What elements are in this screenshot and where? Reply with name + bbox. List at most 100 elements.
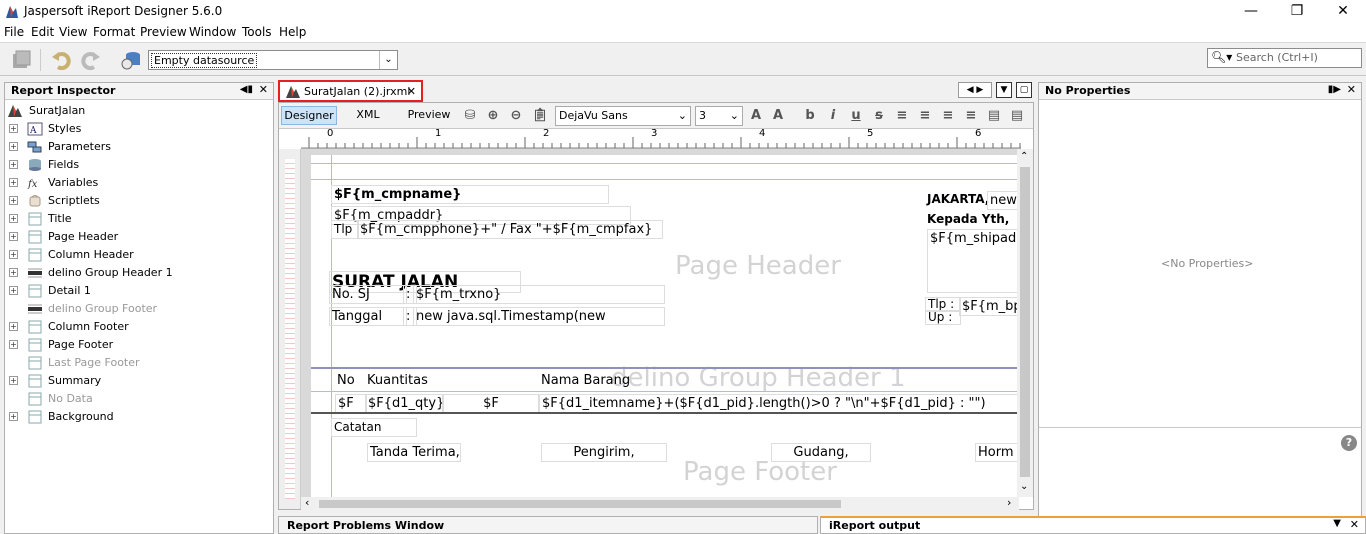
- align-middle-icon[interactable]: ▤: [1008, 108, 1026, 124]
- field-trxno[interactable]: $F{m_trxno}: [413, 285, 665, 304]
- detail-no[interactable]: $F: [335, 394, 367, 413]
- label-pengirim[interactable]: Pengirim,: [541, 443, 667, 462]
- tab-list-icon[interactable]: ▼: [996, 82, 1012, 98]
- tree-item-page-footer[interactable]: + Page Footer: [5, 336, 273, 354]
- field-shipaddr[interactable]: $F{m_shipadd: [927, 229, 1019, 293]
- menu-preview[interactable]: Preview: [140, 25, 187, 39]
- horizontal-scrollbar[interactable]: ‹ ›: [301, 496, 1019, 511]
- font-size-select[interactable]: 3 ⌄: [695, 106, 743, 126]
- search-input[interactable]: 🔍︎▾ Search (Ctrl+I): [1207, 48, 1362, 68]
- field-timestamp[interactable]: new java.sql.Timestamp(new: [413, 307, 665, 326]
- expand-icon[interactable]: +: [9, 340, 18, 349]
- underline-icon[interactable]: u: [847, 108, 865, 124]
- close-button[interactable]: ✕: [1320, 0, 1366, 24]
- tree-item-no-data[interactable]: +No Data: [5, 390, 273, 408]
- field-bp[interactable]: $F{m_bp: [959, 297, 1019, 316]
- field-jakarta-date[interactable]: new: [987, 191, 1019, 210]
- tree-item-styles[interactable]: + A Styles: [5, 120, 273, 138]
- tree-item-last-page-footer[interactable]: +Last Page Footer: [5, 354, 273, 372]
- tree-item-delino-group-header-1[interactable]: + delino Group Header 1: [5, 264, 273, 282]
- zoom-out-icon[interactable]: ⊖: [507, 108, 525, 124]
- align-right-icon[interactable]: ≡: [962, 108, 980, 124]
- close-panel-icon[interactable]: ✕: [1350, 518, 1359, 531]
- expand-icon[interactable]: +: [9, 268, 18, 277]
- tree-item-delino-group-footer[interactable]: +delino Group Footer: [5, 300, 273, 318]
- report-page[interactable]: Page Header delino Group Header 1 Page F…: [311, 155, 1019, 497]
- label-tanggal[interactable]: Tanggal: [329, 307, 407, 326]
- align-top-icon[interactable]: ▤: [985, 108, 1003, 124]
- col-header-no[interactable]: No: [335, 372, 367, 389]
- label-catatan[interactable]: Catatan: [331, 418, 417, 437]
- expand-icon[interactable]: +: [9, 196, 18, 205]
- tree-item-column-footer[interactable]: + Column Footer: [5, 318, 273, 336]
- menu-view[interactable]: View: [59, 25, 87, 39]
- menu-edit[interactable]: Edit: [31, 25, 54, 39]
- strikethrough-icon[interactable]: s: [870, 108, 888, 124]
- expand-icon[interactable]: +: [9, 376, 18, 385]
- detail-qty[interactable]: $F{d1_qty}: [365, 394, 443, 413]
- expand-icon[interactable]: +: [9, 232, 18, 241]
- minimize-panel-icon[interactable]: ▼: [1333, 518, 1341, 529]
- tree-item-background[interactable]: + Background: [5, 408, 273, 426]
- undo-icon[interactable]: [50, 49, 72, 71]
- detail-itemname[interactable]: $F{d1_itemname}+($F{d1_pid}.length()>0 ?…: [539, 394, 1019, 413]
- bold-icon[interactable]: b: [801, 108, 819, 124]
- tab-xml[interactable]: XML: [343, 106, 393, 125]
- col-header-qty[interactable]: Kuantitas: [365, 372, 541, 389]
- search-icon[interactable]: 🔍︎▾: [1211, 50, 1232, 64]
- expand-icon[interactable]: +: [9, 160, 18, 169]
- help-icon[interactable]: ?: [1341, 435, 1357, 451]
- label-no-sj[interactable]: No. SJ: [329, 285, 407, 304]
- chevron-down-icon[interactable]: ⌄: [379, 51, 397, 69]
- field-cmpname[interactable]: $F{m_cmpname}: [331, 185, 609, 204]
- menu-file[interactable]: File: [4, 25, 24, 39]
- close-panel-icon[interactable]: ✕: [1347, 83, 1356, 96]
- align-justify-icon[interactable]: ≡: [916, 108, 934, 124]
- label-gudang[interactable]: Gudang,: [771, 443, 871, 462]
- scroll-up-icon[interactable]: ⌃: [1020, 151, 1028, 162]
- save-all-icon[interactable]: [10, 49, 32, 71]
- scroll-thumb[interactable]: [319, 500, 841, 508]
- align-center-icon[interactable]: ≡: [939, 108, 957, 124]
- font-family-select[interactable]: DejaVu Sans ⌄: [555, 106, 691, 126]
- expand-icon[interactable]: +: [9, 250, 18, 259]
- tree-item-summary[interactable]: + Summary: [5, 372, 273, 390]
- align-left-icon[interactable]: ≡: [893, 108, 911, 124]
- report-problems-window[interactable]: Report Problems Window: [278, 516, 818, 534]
- minimize-button[interactable]: —: [1228, 0, 1274, 24]
- redo-icon[interactable]: [80, 49, 102, 71]
- scroll-left-icon[interactable]: ‹: [305, 496, 309, 509]
- zoom-in-icon[interactable]: ⊕: [484, 108, 502, 124]
- tree-item-detail-1[interactable]: + Detail 1: [5, 282, 273, 300]
- paste-format-icon[interactable]: 📋︎: [531, 108, 549, 124]
- maximize-editor-icon[interactable]: ▢: [1016, 82, 1032, 98]
- tree-item-fields[interactable]: + Fields: [5, 156, 273, 174]
- maximize-button[interactable]: ❐: [1274, 0, 1320, 24]
- expand-icon[interactable]: +: [9, 178, 18, 187]
- design-canvas[interactable]: Page Header delino Group Header 1 Page F…: [301, 149, 1019, 497]
- chevron-down-icon[interactable]: ⌄: [678, 109, 687, 122]
- tab-designer[interactable]: Designer: [281, 106, 337, 125]
- menu-tools[interactable]: Tools: [242, 25, 272, 39]
- detail-f[interactable]: $F: [443, 394, 539, 413]
- menu-format[interactable]: Format: [93, 25, 135, 39]
- tree-root[interactable]: SuratJalan: [5, 102, 273, 120]
- minimize-panel-icon[interactable]: ▮▶: [1328, 84, 1341, 95]
- decrease-font-icon[interactable]: A: [769, 108, 787, 124]
- scroll-thumb[interactable]: [1020, 167, 1030, 477]
- label-jakarta[interactable]: JAKARTA,: [925, 191, 989, 208]
- tree-item-title[interactable]: + Title: [5, 210, 273, 228]
- tree-item-parameters[interactable]: + Parameters: [5, 138, 273, 156]
- expand-icon[interactable]: +: [9, 214, 18, 223]
- scroll-right-icon[interactable]: ›: [1007, 496, 1011, 509]
- datasource-icon[interactable]: [120, 49, 142, 71]
- increase-font-icon[interactable]: A: [747, 108, 765, 124]
- expand-icon[interactable]: +: [9, 142, 18, 151]
- menu-window[interactable]: Window: [189, 25, 236, 39]
- italic-icon[interactable]: i: [824, 108, 842, 124]
- expand-icon[interactable]: +: [9, 124, 18, 133]
- close-tab-icon[interactable]: ✕: [407, 85, 416, 98]
- datasource-select[interactable]: Empty datasource ⌄: [148, 50, 398, 70]
- tree-item-variables[interactable]: + fx Variables: [5, 174, 273, 192]
- tree-item-page-header[interactable]: + Page Header: [5, 228, 273, 246]
